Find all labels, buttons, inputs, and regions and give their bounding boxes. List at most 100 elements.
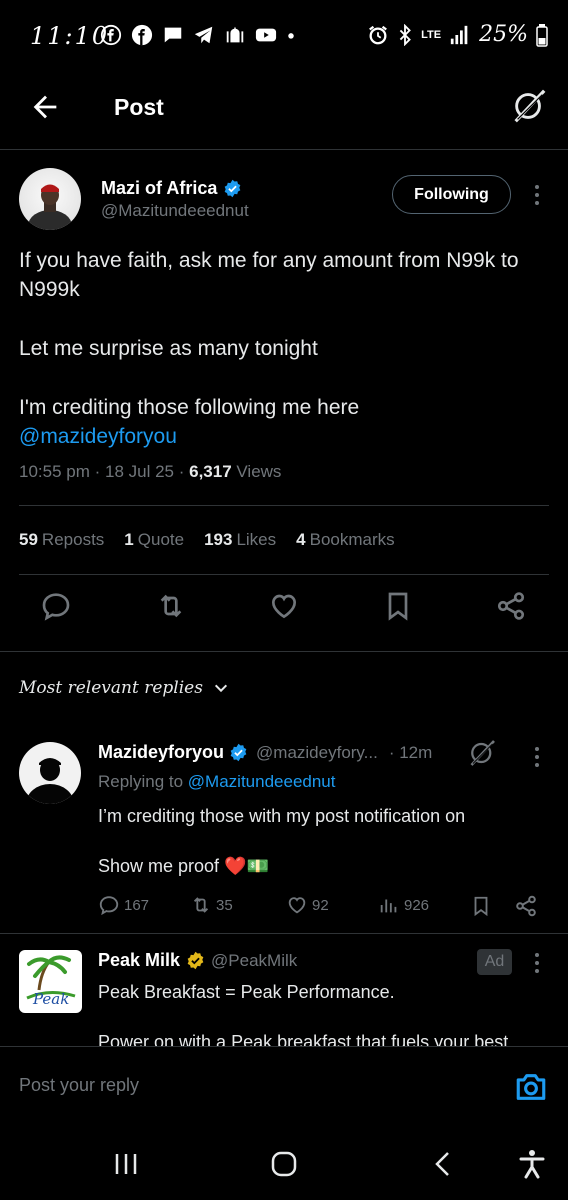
share-icon[interactable] [514,894,538,918]
mosque-icon [226,26,244,43]
mention-link[interactable]: @mazideyforyou [19,425,177,448]
reply-text-line: Show me proof ❤️💵 [98,856,269,876]
like-icon[interactable] [268,590,300,622]
camera-icon[interactable] [514,1070,548,1104]
post-time: 10:55 pm [19,462,90,481]
replying-to-handle[interactable]: @Mazitundeeednut [188,772,336,791]
home-icon[interactable] [268,1148,300,1180]
reply-views[interactable]: 926 [378,894,429,916]
post-body: If you have faith, ask me for any amount… [19,246,549,451]
alarm-icon [369,25,388,44]
top-app-bar: Post [0,72,568,150]
peak-logo-text: Peak [32,990,69,1008]
bookmark-icon[interactable] [382,590,414,622]
author-handle[interactable]: @Mazitundeeednut [101,201,249,221]
reply-likes[interactable]: 92 [286,894,329,916]
views-count: 6,317 [189,462,232,481]
like-count: 92 [312,896,329,914]
reply-icon[interactable] [40,590,72,622]
battery-percent: 25% [479,22,528,47]
promoted-post[interactable]: Peak Peak Milk @PeakMilk Ad Peak Breakfa… [0,934,568,1046]
reply-icon [99,896,119,916]
repost-icon [193,897,209,913]
signal-icon [450,25,468,44]
post-text-line: Let me surprise as many tonight [19,337,318,360]
notification-icons [100,24,296,46]
post-stats: 59 Reposts 1 Quote 193 Likes 4 Bookmarks [19,530,395,550]
status-bar: 11:10 LTE 25% [0,0,568,72]
reply-text-line: I’m crediting those with my post notific… [98,806,466,826]
reply-item[interactable]: Mazideyforyou @mazideyfory... · 12m Repl… [0,728,568,933]
views-icon [380,899,397,913]
accessibility-icon[interactable] [516,1148,548,1180]
like-icon [288,897,306,914]
views-label: Views [236,462,282,481]
ad-text-line: Peak Breakfast = Peak Performance. [98,982,395,1002]
replying-to: Replying to @Mazitundeeednut [98,772,335,792]
grok-icon[interactable] [510,87,548,125]
avatar[interactable] [19,742,81,804]
reposts-stat[interactable]: 59 Reposts [19,530,104,550]
more-options-icon[interactable] [527,950,547,976]
replies-sort-dropdown[interactable]: Most relevant replies [19,678,229,698]
more-options-icon[interactable] [527,182,547,208]
repost-icon[interactable] [155,590,187,622]
peak-logo[interactable]: Peak [19,950,82,1013]
replies-sort-label: Most relevant replies [19,678,203,698]
reply-body: I’m crediting those with my post notific… [98,803,538,879]
status-time: 11:10 [30,22,110,50]
reply-reposts[interactable]: 35 [190,894,233,916]
divider [19,505,549,506]
facebook-icon [100,24,122,46]
system-icons: LTE 25% [367,22,548,47]
bluetooth-icon [399,23,412,46]
reply-time: · 12m [388,742,433,762]
reply-actions: 167 35 92 926 [98,894,548,920]
battery-icon [536,23,548,47]
views-count: 926 [404,896,430,914]
author-name-row[interactable]: Mazi of Africa [101,178,242,199]
quotes-stat[interactable]: 1 Quote [124,530,184,550]
gold-verified-badge-icon [187,951,204,970]
replying-to-prefix: Replying to [98,772,184,791]
dot-icon [288,33,294,39]
avatar-figure [28,184,72,230]
telegram-icon [194,26,213,44]
likes-stat[interactable]: 193 Likes [204,530,276,550]
reply-composer: Post your reply [0,1046,568,1126]
page-title: Post [114,94,164,120]
post-text-line: I'm crediting those following me here [19,396,360,419]
more-options-icon[interactable] [527,744,547,770]
divider [0,651,568,652]
back-icon[interactable] [428,1148,460,1180]
chat-icon [164,27,182,43]
reply-author-name[interactable]: Mazideyforyou [98,742,224,763]
grok-icon[interactable] [467,738,497,768]
verified-badge-icon [230,743,247,762]
repost-count: 35 [216,896,233,914]
ad-author-handle[interactable]: @PeakMilk [211,951,297,971]
verified-badge-icon [225,179,241,198]
following-button[interactable]: Following [392,175,511,214]
reply-author-handle[interactable]: @mazideyfory... [256,743,378,763]
reply-input[interactable]: Post your reply [19,1075,139,1096]
bookmarks-stat[interactable]: 4 Bookmarks [296,530,395,550]
post-actions [0,590,568,630]
android-nav-bar [0,1126,568,1200]
reply-replies[interactable]: 167 [98,894,149,916]
divider [19,574,549,575]
author-name[interactable]: Mazi of Africa [101,178,217,199]
palm-tree-icon: Peak [26,955,76,1008]
arrow-left-icon[interactable] [28,90,62,124]
reply-header: Mazideyforyou @mazideyfory... · 12m [98,742,432,763]
ad-author-name[interactable]: Peak Milk [98,950,180,971]
ad-text-line: Power on with a Peak breakfast that fuel… [98,1032,514,1046]
avatar[interactable] [19,168,81,230]
recent-apps-icon[interactable] [110,1148,142,1180]
bookmark-icon[interactable] [470,894,492,918]
network-type: LTE [421,28,442,41]
share-icon[interactable] [495,590,527,622]
facebook-icon [131,24,153,46]
post-meta: 10:55 pm · 18 Jul 25 · 6,317 Views [19,462,282,481]
ad-header: Peak Milk @PeakMilk [98,950,297,971]
